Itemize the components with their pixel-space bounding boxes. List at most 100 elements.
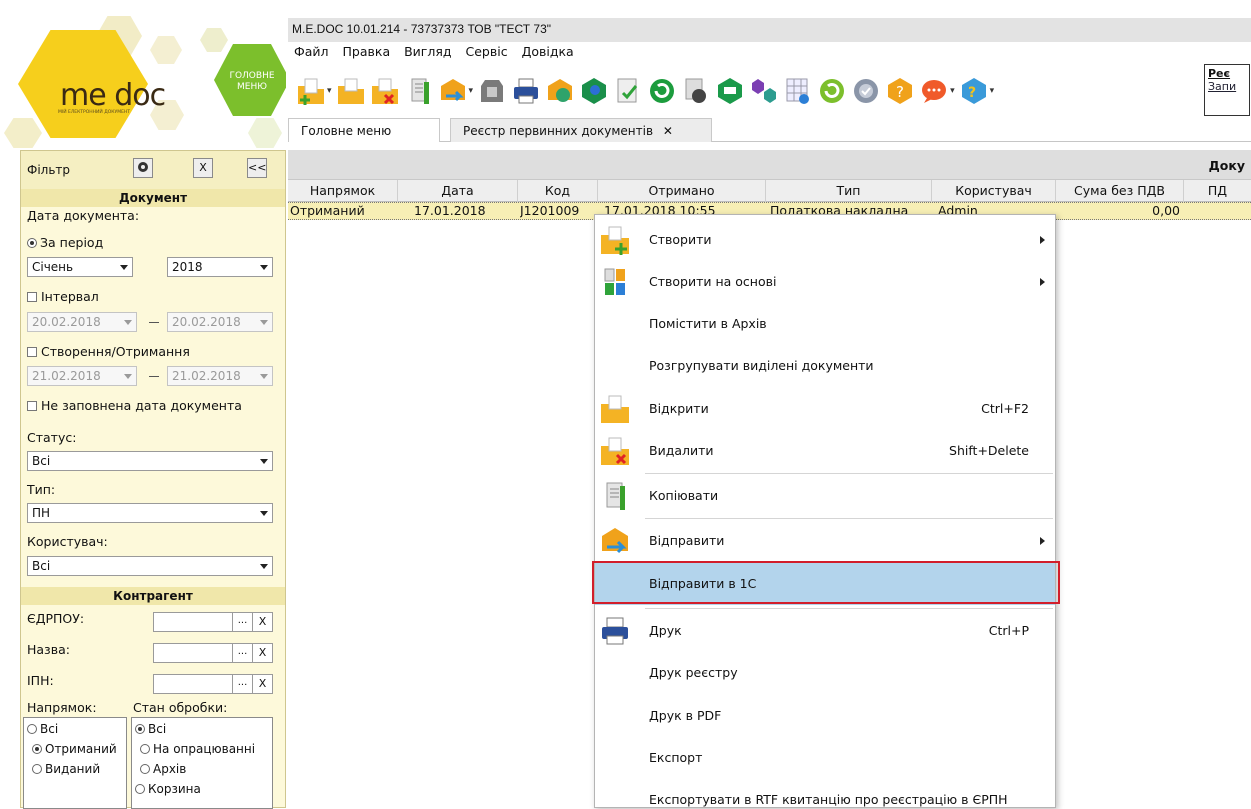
info-icon[interactable]: ?	[959, 76, 989, 106]
menu-help[interactable]: Довідка	[522, 44, 574, 59]
refresh-icon[interactable]	[647, 76, 677, 106]
document-section-title: Документ	[21, 189, 285, 207]
menu-item-create[interactable]: Створити	[595, 219, 1055, 261]
collapse-panel-button[interactable]: <<	[247, 158, 267, 178]
range-dash	[149, 376, 159, 377]
menu-item-copy[interactable]: Копіювати	[595, 475, 1055, 517]
help-icon[interactable]: ?	[885, 76, 915, 106]
counterparty-section-title: Контрагент	[21, 587, 285, 605]
clear-button[interactable]: X	[252, 675, 272, 693]
processing-in-progress-radio[interactable]: На опрацюванні	[140, 742, 255, 756]
menu-item-ungroup[interactable]: Розгрупувати виділені документи	[595, 345, 1055, 387]
delete-icon[interactable]	[370, 76, 400, 106]
browse-button[interactable]: ...	[232, 644, 252, 662]
archive-icon[interactable]	[851, 76, 881, 106]
direction-issued-radio[interactable]: Виданий	[32, 762, 100, 776]
column-vat[interactable]: ПД	[1184, 180, 1251, 202]
registry-shortcut[interactable]: Реє Запи	[1204, 64, 1250, 116]
menu-item-label: Копіювати	[649, 488, 719, 503]
radio-icon	[27, 238, 37, 248]
menu-file[interactable]: Файл	[294, 44, 329, 59]
menu-item-print-registry[interactable]: Друк реєстру	[595, 652, 1055, 694]
processing-archive-radio[interactable]: Архів	[140, 762, 186, 776]
user-select[interactable]: Всі	[27, 556, 273, 576]
month-select[interactable]: Січень	[27, 257, 133, 277]
year-select[interactable]: 2018	[167, 257, 273, 277]
period-radio[interactable]: За період	[27, 235, 103, 250]
menu-item-open[interactable]: Відкрити Ctrl+F2	[595, 388, 1055, 430]
menu-view[interactable]: Вигляд	[404, 44, 451, 59]
home-menu-button[interactable]: ГОЛОВНЕ МЕНЮ	[214, 44, 286, 116]
created-to-date[interactable]: 21.02.2018	[167, 366, 273, 386]
created-from-date[interactable]: 21.02.2018	[27, 366, 137, 386]
menu-item-print[interactable]: Друк Ctrl+P	[595, 610, 1055, 652]
dropdown-icon[interactable]: ▾	[990, 86, 995, 96]
print-icon[interactable]	[511, 76, 541, 106]
close-icon[interactable]: ✕	[663, 124, 673, 138]
menu-service[interactable]: Сервіс	[466, 44, 508, 59]
column-code[interactable]: Код	[518, 180, 598, 202]
flow-icon[interactable]	[749, 76, 779, 106]
column-type[interactable]: Тип	[766, 180, 932, 202]
empty-date-checkbox[interactable]: Не заповнена дата документа	[27, 398, 242, 413]
menu-item-delete[interactable]: Видалити Shift+Delete	[595, 430, 1055, 472]
cell-code: J1201009	[520, 203, 580, 218]
column-direction[interactable]: Напрямок	[288, 180, 398, 202]
browse-button[interactable]: ...	[232, 613, 252, 631]
sign-icon[interactable]	[545, 76, 575, 106]
tab-main-menu[interactable]: Головне меню	[288, 118, 440, 142]
check-icon[interactable]	[613, 76, 643, 106]
interval-from-date[interactable]: 20.02.2018	[27, 312, 137, 332]
year-value: 2018	[172, 260, 203, 274]
apply-filter-button[interactable]	[133, 158, 153, 178]
interval-checkbox[interactable]: Інтервал	[27, 289, 99, 304]
menu-item-create-based-on[interactable]: Створити на основі	[595, 261, 1055, 303]
copy-icon[interactable]	[404, 76, 434, 106]
grid-icon[interactable]	[783, 76, 813, 106]
dropdown-icon[interactable]: ▾	[327, 86, 332, 96]
column-sum-without-vat[interactable]: Сума без ПДВ	[1056, 180, 1184, 202]
update-icon[interactable]	[817, 76, 847, 106]
column-received[interactable]: Отримано	[598, 180, 766, 202]
processing-trash-radio[interactable]: Корзина	[135, 782, 201, 796]
interval-to-date[interactable]: 20.02.2018	[167, 312, 273, 332]
menu-edit[interactable]: Правка	[343, 44, 391, 59]
validate-icon[interactable]	[579, 76, 609, 106]
tab-primary-documents-registry[interactable]: Реєстр первинних документів ✕	[450, 118, 712, 142]
send-icon[interactable]	[438, 76, 468, 106]
registry-shortcut-line2: Запи	[1208, 80, 1237, 93]
receipt-icon[interactable]	[477, 76, 507, 106]
name-input[interactable]: ... X	[153, 643, 273, 663]
browse-button[interactable]: ...	[232, 675, 252, 693]
calculator-icon[interactable]	[681, 76, 711, 106]
clear-button[interactable]: X	[252, 613, 272, 631]
create-icon[interactable]	[296, 76, 326, 106]
menu-item-export-rtf[interactable]: Експортувати в RTF квитанцію про реєстра…	[595, 779, 1055, 807]
direction-received-radio[interactable]: Отриманий	[32, 742, 117, 756]
logo-brand: me doc	[60, 78, 166, 113]
direction-all-radio[interactable]: Всі	[27, 722, 58, 736]
clear-filter-button[interactable]: X	[193, 158, 213, 178]
column-date[interactable]: Дата	[398, 180, 518, 202]
edrpou-input[interactable]: ... X	[153, 612, 273, 632]
dropdown-icon[interactable]: ▾	[950, 86, 955, 96]
chevron-down-icon	[260, 265, 268, 270]
ipn-input[interactable]: ... X	[153, 674, 273, 694]
menu-item-send[interactable]: Відправити	[595, 520, 1055, 562]
menu-item-export[interactable]: Експорт	[595, 737, 1055, 779]
menu-item-move-to-archive[interactable]: Помістити в Архів	[595, 303, 1055, 345]
clear-button[interactable]: X	[252, 644, 272, 662]
created-checkbox[interactable]: Створення/Отримання	[27, 344, 190, 359]
radio-icon	[32, 764, 42, 774]
column-user[interactable]: Користувач	[932, 180, 1056, 202]
status-select[interactable]: Всі	[27, 451, 273, 471]
chat-icon[interactable]	[919, 76, 949, 106]
type-select[interactable]: ПН	[27, 503, 273, 523]
menu-item-print-pdf[interactable]: Друк в PDF	[595, 695, 1055, 737]
box-icon[interactable]	[715, 76, 745, 106]
open-icon[interactable]	[336, 76, 366, 106]
dropdown-icon[interactable]: ▾	[469, 86, 474, 96]
cell-date: 17.01.2018	[414, 203, 486, 218]
menu-item-label: Помістити в Архів	[649, 316, 767, 331]
processing-all-radio[interactable]: Всі	[135, 722, 166, 736]
